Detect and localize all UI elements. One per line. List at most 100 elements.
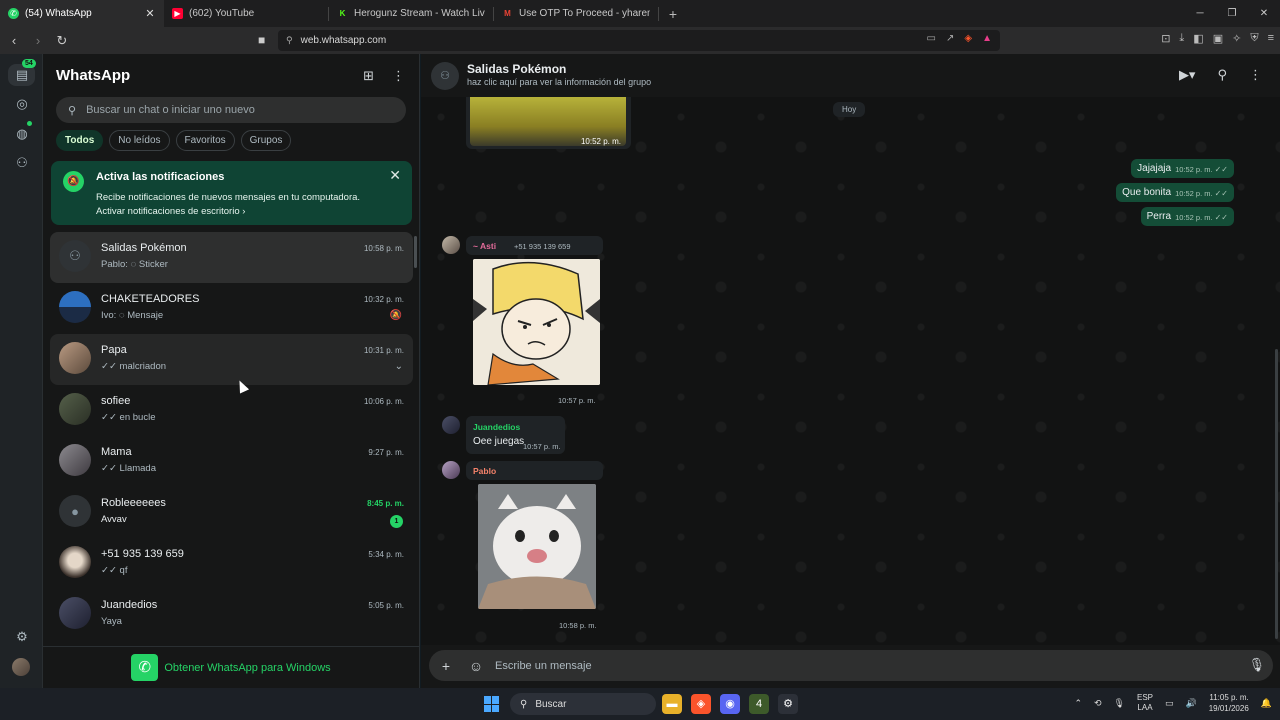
search-input[interactable]: [86, 104, 377, 116]
taskbar-search[interactable]: ⚲ Buscar: [510, 693, 656, 715]
sender-avatar[interactable]: [442, 416, 460, 434]
file-explorer-icon[interactable]: ▬: [662, 694, 682, 714]
chat-name: sofiee: [101, 395, 131, 407]
sticker-image[interactable]: [478, 484, 596, 609]
system-tray: ⌃ ⟲ 🎙 ESP LAA ▭ 🔊 11:05 p. m. 19/01/2026…: [1074, 692, 1272, 714]
reload-icon[interactable]: ↻: [52, 33, 72, 49]
download-icon[interactable]: ⤓: [1179, 32, 1184, 45]
microphone-icon[interactable]: 🎙: [1248, 657, 1265, 673]
video-call-icon[interactable]: ▶▾: [1179, 67, 1196, 83]
forward-icon[interactable]: ›: [28, 33, 48, 48]
list-item[interactable]: sofiee ✓✓ en bucle 10:06 p. m.: [50, 385, 413, 436]
sidebar-toggle-icon[interactable]: ◧: [1193, 32, 1203, 45]
cast-icon[interactable]: ▭: [927, 33, 936, 44]
chat-name: Mama: [101, 446, 132, 458]
site-info-icon[interactable]: ⚲: [286, 35, 293, 46]
more-options-icon[interactable]: ⋮: [1249, 67, 1262, 83]
tab-label: (54) WhatsApp: [25, 8, 92, 19]
brave-browser-icon[interactable]: ◈: [691, 694, 711, 714]
more-options-icon[interactable]: ⋮: [392, 68, 405, 84]
menu-icon[interactable]: ≡: [1268, 32, 1274, 45]
incoming-message[interactable]: Juandedios Oee juegas 10:57 p. m.: [466, 416, 565, 454]
filter-favorites[interactable]: Favoritos: [175, 130, 235, 151]
sync-icon[interactable]: ⟲: [1094, 698, 1102, 709]
vpn-icon[interactable]: ⛨: [1250, 32, 1258, 45]
clock[interactable]: 11:05 p. m. 19/01/2026: [1209, 692, 1249, 714]
filter-groups[interactable]: Grupos: [240, 130, 292, 151]
outgoing-message[interactable]: Que bonita 10:52 p. m. ✓✓: [1116, 183, 1234, 202]
new-tab-button[interactable]: +: [659, 6, 687, 22]
sender-header: Pablo: [466, 461, 603, 480]
tab-whatsapp[interactable]: ✆ (54) WhatsApp ✕: [0, 0, 164, 27]
settings-icon[interactable]: ⚙: [12, 627, 32, 647]
url-text: web.whatsapp.com: [300, 35, 387, 46]
tab-kick[interactable]: K Herogunz Stream - Watch Live on Ki: [329, 0, 493, 27]
tab-gmail[interactable]: M Use OTP To Proceed - yharemf@gma: [494, 0, 658, 27]
close-icon[interactable]: ✕: [389, 167, 401, 184]
network-icon[interactable]: ▭: [1165, 698, 1174, 709]
game-app-icon[interactable]: 4: [749, 694, 769, 714]
notifications-icon[interactable]: 🔔: [1261, 698, 1272, 709]
list-item[interactable]: +51 935 139 659 ✓✓ qf 5:34 p. m.: [50, 538, 413, 589]
volume-icon[interactable]: 🔊: [1186, 698, 1197, 709]
bookmark-icon[interactable]: ■: [258, 33, 265, 47]
tray-overflow-icon[interactable]: ⌃: [1074, 698, 1082, 709]
share-icon[interactable]: ↗: [946, 33, 954, 44]
chat-list: ⚇ Salidas Pokémon Pablo: ◌ Sticker 10:58…: [50, 232, 413, 640]
settings-app-icon[interactable]: ⚙: [778, 694, 798, 714]
search-icon[interactable]: ⚲: [1217, 67, 1227, 83]
brave-shield-icon[interactable]: ◈: [964, 33, 972, 44]
microphone-icon[interactable]: 🎙: [1114, 698, 1125, 709]
sender-avatar[interactable]: [442, 461, 460, 479]
communities-icon[interactable]: ⚇: [12, 153, 32, 173]
get-windows-app-link[interactable]: ✆ Obtener WhatsApp para Windows: [43, 646, 419, 688]
conversation-scrollbar[interactable]: [1275, 349, 1278, 639]
window-controls: ─ ❐ ✕: [1184, 0, 1280, 27]
close-icon[interactable]: ✕: [144, 7, 156, 20]
list-item[interactable]: Mama ✓✓ Llamada 9:27 p. m.: [50, 436, 413, 487]
new-chat-icon[interactable]: ⊞: [363, 68, 374, 84]
language-indicator[interactable]: ESP LAA: [1137, 693, 1153, 713]
bell-off-icon: 🔕: [63, 171, 84, 192]
chevron-down-icon[interactable]: ⌄: [395, 361, 403, 372]
sender-phone: +51 935 139 659: [514, 242, 571, 251]
list-item[interactable]: Papa ✓✓ malcriadon 10:31 p. m. ⌄: [50, 334, 413, 385]
url-field[interactable]: ⚲ web.whatsapp.com ▭ ↗ ◈ ▲: [278, 30, 1000, 51]
sticker-image[interactable]: [473, 259, 600, 385]
sticker-emoji-icon[interactable]: ☺: [463, 658, 489, 674]
brave-rewards-icon[interactable]: ▲: [982, 33, 992, 44]
list-item[interactable]: CHAKETEADORES Ivo: ◌ Mensaje 10:32 p. m.…: [50, 283, 413, 334]
message-input[interactable]: [495, 659, 1215, 672]
image-message[interactable]: 10:52 p. m.: [466, 97, 631, 149]
search-bar[interactable]: ⚲: [56, 97, 406, 123]
attach-plus-icon[interactable]: +: [433, 658, 459, 674]
conversation-subtitle: haz clic aquí para ver la información de…: [467, 77, 652, 87]
back-icon[interactable]: ‹: [4, 33, 24, 48]
screenshot-icon[interactable]: ⊡: [1161, 32, 1170, 45]
outgoing-message[interactable]: Jajajaja 10:52 p. m. ✓✓: [1131, 159, 1234, 178]
sender-name: Pablo: [473, 466, 497, 476]
leo-ai-icon[interactable]: ✧: [1232, 32, 1241, 45]
conversation-header[interactable]: ⚇ Salidas Pokémon haz clic aquí para ver…: [421, 54, 1280, 97]
list-item[interactable]: ● Robleeeeees Avvav 8:45 p. m. 1: [50, 487, 413, 538]
enable-notifications-link[interactable]: Activar notificaciones de escritorio ›: [96, 206, 245, 217]
status-icon[interactable]: ◎: [12, 94, 32, 114]
outgoing-message[interactable]: Perra 10:52 p. m. ✓✓: [1140, 207, 1234, 226]
minimize-button[interactable]: ─: [1184, 0, 1216, 27]
sender-avatar[interactable]: [442, 236, 460, 254]
chats-icon[interactable]: ▤: [12, 65, 32, 85]
filter-all[interactable]: Todos: [56, 130, 104, 151]
channels-icon[interactable]: ◍: [12, 124, 32, 144]
tab-youtube[interactable]: ▶ (602) YouTube: [164, 0, 328, 27]
windows-start-icon[interactable]: [484, 696, 500, 712]
discord-icon[interactable]: ◉: [720, 694, 740, 714]
filter-unread[interactable]: No leídos: [109, 130, 170, 151]
sidebar-scrollbar[interactable]: [414, 236, 417, 268]
notification-body: Recibe notificaciones de nuevos mensajes…: [96, 192, 361, 203]
list-item[interactable]: Juandedios Yaya 5:05 p. m.: [50, 589, 413, 640]
profile-avatar[interactable]: [12, 658, 30, 676]
restore-button[interactable]: ❐: [1216, 0, 1248, 27]
wallet-icon[interactable]: ▣: [1213, 32, 1223, 45]
list-item[interactable]: ⚇ Salidas Pokémon Pablo: ◌ Sticker 10:58…: [50, 232, 413, 283]
close-window-button[interactable]: ✕: [1248, 0, 1280, 27]
